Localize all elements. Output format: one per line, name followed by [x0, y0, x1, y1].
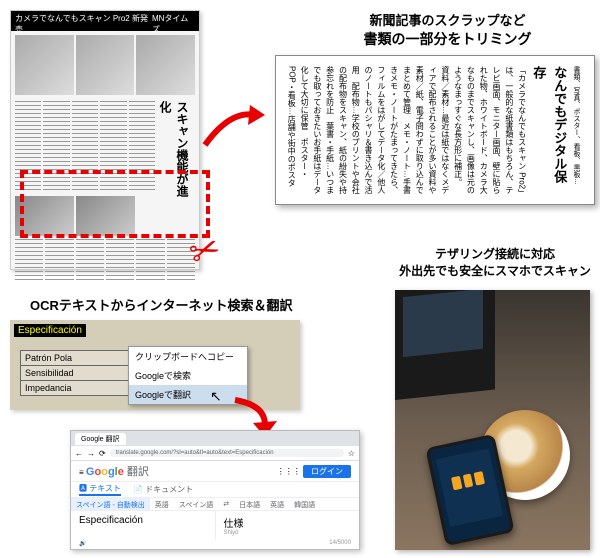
- header-left: ≡ Google 翻訳: [79, 463, 149, 479]
- highlighted-word: Especificación: [14, 324, 86, 337]
- cafe-photo: [395, 290, 590, 550]
- table-row: Impedancia: [20, 380, 140, 396]
- back-icon[interactable]: ←: [75, 449, 83, 458]
- browser-tabstrip: Google 翻訳: [71, 431, 359, 446]
- caption-line: テザリング接続に対応: [395, 245, 595, 262]
- language-bar: スペイン語 - 自動検出 英語 スペイン語 ⇄ 日本語 英語 韓国語: [71, 497, 359, 511]
- browser-window: Google 翻訳 ← → ⟳ translate.google.com/?sl…: [70, 430, 360, 550]
- browser-toolbar: ← → ⟳ translate.google.com/?sl=auto&tl=a…: [71, 446, 359, 461]
- banner-left: カメラでなんでもスキャン Pro2 新発売: [15, 13, 152, 29]
- laptop: [395, 290, 495, 400]
- photo-placeholder: [136, 35, 195, 95]
- banner-right: MNタイムズ: [152, 13, 195, 29]
- caption-trimming: 新聞記事のスクラップなど 書類の一部分をトリミング: [300, 10, 595, 49]
- article-title: なんでもデジタル保存: [528, 66, 570, 194]
- newspaper-banner: カメラでなんでもスキャン Pro2 新発売 MNタイムズ: [11, 11, 199, 31]
- menu-item-copy[interactable]: クリップボードへコピー: [129, 347, 247, 366]
- cropped-article: 書類、写真、ポスター、看板、黒板… なんでもデジタル保存 「カメラでなんでもスキ…: [275, 55, 595, 205]
- lang-source[interactable]: スペイン語 - 自動検出: [71, 498, 150, 510]
- source-text: Especificación: [79, 515, 207, 526]
- caption-ocr: OCRテキストからインターネット検索＆翻訳: [30, 295, 293, 314]
- source-pane[interactable]: Especificación: [71, 511, 216, 540]
- phone-app-icons: [451, 471, 486, 491]
- caption-line: 外出先でも安全にスマホでスキャン: [395, 262, 595, 279]
- translation-panes: Especificación 仕様 Shiyō: [71, 511, 359, 540]
- newspaper-bottom-columns: [15, 239, 195, 283]
- caption-line: 新聞記事のスクラップなど: [300, 10, 595, 29]
- newspaper-top-photos: [15, 35, 195, 95]
- newspaper-body: スキャン機能が進化: [11, 31, 199, 99]
- arrow-icon: [200, 100, 270, 150]
- mode-doc-tab[interactable]: 📄 ドキュメント: [133, 484, 193, 495]
- spec-table: Patrón Pola Sensibilidad Impedancia: [20, 350, 140, 395]
- laptop-screen: [403, 290, 483, 357]
- browser-tab[interactable]: Google 翻訳: [75, 433, 126, 445]
- target-reading: Shiyō: [224, 530, 352, 536]
- login-button[interactable]: ログイン: [303, 465, 351, 478]
- crop-selection-box: [20, 170, 210, 238]
- menu-icon[interactable]: ≡: [79, 468, 84, 477]
- lang-option[interactable]: 英語: [150, 498, 174, 510]
- char-count: 14/5000: [329, 540, 351, 547]
- lang-option[interactable]: 英語: [265, 498, 289, 510]
- phone-screen: [436, 448, 503, 527]
- reload-icon[interactable]: ⟳: [99, 449, 106, 458]
- star-icon[interactable]: ☆: [348, 449, 355, 458]
- translate-footer: 🔊 14/5000: [71, 540, 359, 549]
- article-body: 書類、写真、ポスター、看板、黒板… なんでもデジタル保存 「カメラでなんでもスキ…: [288, 66, 582, 194]
- cursor-icon: ↖: [210, 388, 222, 405]
- lang-option[interactable]: 日本語: [234, 498, 265, 510]
- target-pane: 仕様 Shiyō: [216, 511, 360, 540]
- google-logo: Google 翻訳: [86, 466, 149, 478]
- forward-icon[interactable]: →: [87, 449, 95, 458]
- translate-header: ≡ Google 翻訳 ⋮⋮⋮ ログイン: [71, 461, 359, 482]
- menu-item-search[interactable]: Googleで検索: [129, 366, 247, 385]
- mode-text-tab[interactable]: 🅰 テキスト: [79, 483, 121, 496]
- apps-icon[interactable]: ⋮⋮⋮: [277, 467, 301, 476]
- swap-icon[interactable]: ⇄: [218, 498, 234, 510]
- lang-option[interactable]: スペイン語: [174, 498, 219, 510]
- sound-icon[interactable]: 🔊: [79, 540, 86, 547]
- article-subtitle: 書類、写真、ポスター、看板、黒板…: [573, 66, 580, 185]
- caption-tethering: テザリング接続に対応 外出先でも安全にスマホでスキャン: [395, 245, 595, 279]
- target-text: 仕様: [224, 515, 352, 530]
- table-row: Patrón Pola: [20, 350, 140, 366]
- address-bar[interactable]: translate.google.com/?sl=auto&tl=auto&te…: [110, 449, 344, 457]
- header-right: ⋮⋮⋮ ログイン: [277, 466, 351, 477]
- article-text: 「カメラでなんでもスキャン Pro2」は、一般的な紙書類はもちろん、テレビ画面、…: [288, 66, 527, 194]
- lang-option[interactable]: 韓国語: [289, 498, 320, 510]
- table-row: Sensibilidad: [20, 365, 140, 381]
- caption-line: 書類の一部分をトリミング: [300, 29, 595, 49]
- photo-placeholder: [76, 35, 135, 95]
- photo-placeholder: [15, 35, 74, 95]
- mode-tabs: 🅰 テキスト 📄 ドキュメント: [71, 482, 359, 497]
